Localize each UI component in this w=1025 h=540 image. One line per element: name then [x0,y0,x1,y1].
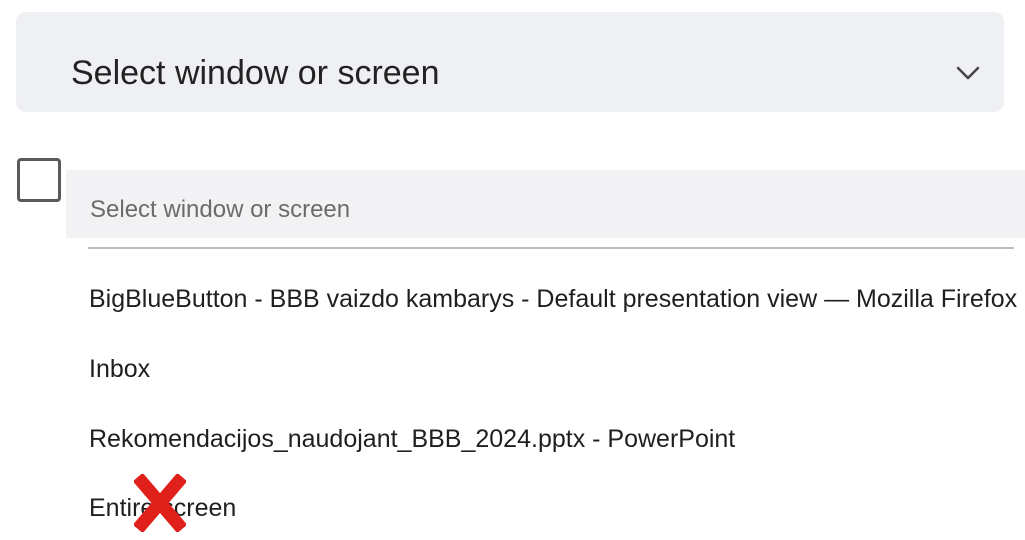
checkbox[interactable] [17,158,61,202]
dropdown-placeholder: Select window or screen [90,196,351,223]
select-label: Select window or screen [71,54,440,92]
red-x-mark-icon [134,474,186,532]
chevron-down-icon[interactable] [954,62,982,84]
dropdown-search-header[interactable]: Select window or screen [66,170,1025,238]
divider [88,247,1014,249]
option-bigbluebutton-firefox[interactable]: BigBlueButton - BBB vaizdo kambarys - De… [89,287,1017,312]
option-inbox[interactable]: Inbox [89,357,150,382]
option-powerpoint[interactable]: Rekomendacijos_naudojant_BBB_2024.pptx -… [89,427,735,452]
window-select-dropdown[interactable]: Select window or screen [16,12,1004,112]
